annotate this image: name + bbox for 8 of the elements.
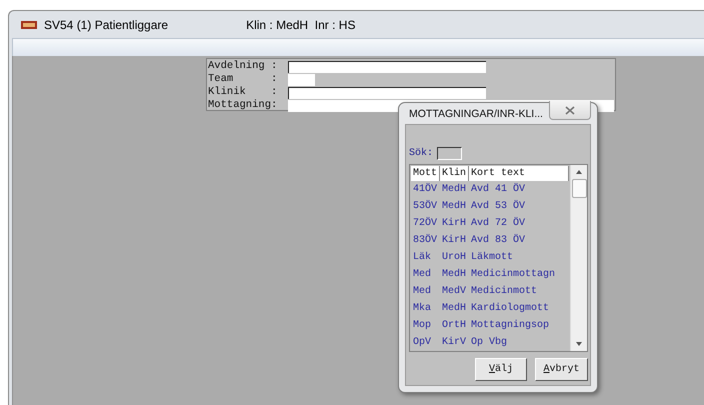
- field-label: Mottagning:: [208, 99, 278, 112]
- search-label: Sök:: [409, 148, 434, 159]
- field-label: Klinik :: [208, 86, 278, 99]
- field-label: Avdelning :: [208, 60, 278, 73]
- dialog-title: MOTTAGNINGAR/INR-KLI...: [408, 108, 543, 120]
- window-title: SV54 (1) Patientliggare: [44, 18, 168, 32]
- field-label: Team :: [208, 73, 278, 86]
- context-info: Klin : MedH Inr : HS: [246, 18, 356, 32]
